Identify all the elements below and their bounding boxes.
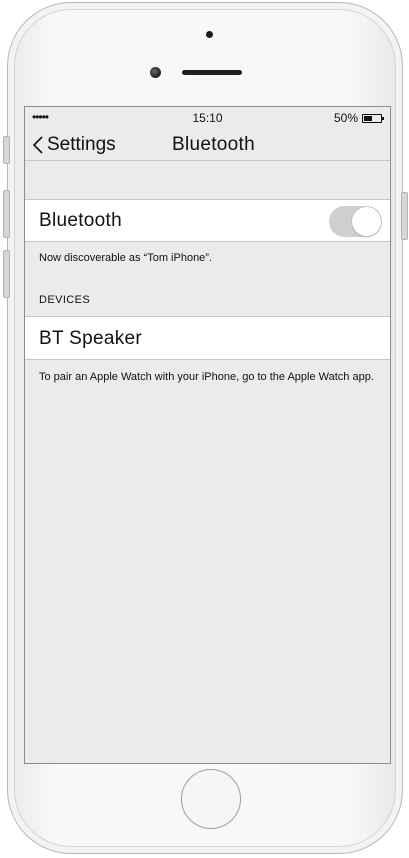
page-title: Bluetooth xyxy=(172,134,255,155)
status-bar: ••••• 15:10 50% xyxy=(25,107,390,129)
battery-fill xyxy=(364,115,372,121)
home-button[interactable] xyxy=(181,769,241,829)
battery-icon xyxy=(362,113,384,123)
battery-percent: 50% xyxy=(333,111,358,125)
power-button xyxy=(401,192,408,240)
screen: ••••• 15:10 50% Settings Bluetooth Bluet… xyxy=(24,106,391,764)
toggle-knob xyxy=(352,207,381,236)
volume-down-button xyxy=(3,250,10,298)
back-button[interactable]: Settings xyxy=(31,130,116,160)
bluetooth-toggle[interactable] xyxy=(329,206,382,237)
chevron-left-icon xyxy=(32,136,43,154)
devices-section-header: DEVICES xyxy=(39,294,91,306)
proximity-sensor xyxy=(150,67,161,78)
back-button-label: Settings xyxy=(47,134,116,155)
volume-up-button xyxy=(3,190,10,238)
front-camera xyxy=(206,31,213,38)
battery-nub xyxy=(382,116,384,120)
apple-watch-pair-note: To pair an Apple Watch with your iPhone,… xyxy=(39,371,374,383)
navigation-bar: Settings Bluetooth xyxy=(25,129,390,161)
bluetooth-cell: Bluetooth xyxy=(25,199,390,242)
device-name: BT Speaker xyxy=(39,328,142,349)
earpiece-speaker xyxy=(182,70,242,75)
mute-switch xyxy=(3,136,10,164)
device-row-bt-speaker[interactable]: BT Speaker xyxy=(25,316,390,360)
discoverable-note: Now discoverable as “Tom iPhone”. xyxy=(39,252,213,264)
battery-status: 50% xyxy=(333,111,384,125)
bluetooth-label: Bluetooth xyxy=(39,210,122,231)
